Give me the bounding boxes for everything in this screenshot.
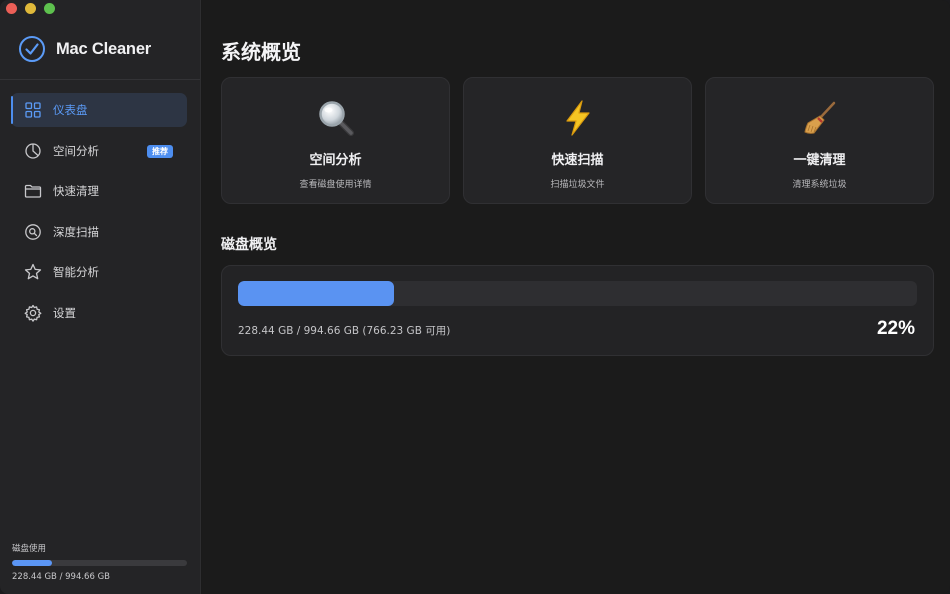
one-click-clean-card[interactable]: 一键清理 清理系统垃圾 [705, 77, 934, 204]
sidebar-item-label: 设置 [53, 305, 76, 320]
sidebar-disk-usage: 磁盘使用 228.44 GB / 994.66 GB [12, 542, 187, 582]
gear-icon [24, 304, 42, 322]
recommended-badge: 推荐 [147, 144, 173, 158]
broom-icon [800, 98, 840, 138]
app-window: Mac Cleaner 仪表盘 空间分析 推荐 快速清理 深度扫描 智能分析 设… [0, 0, 950, 594]
sidebar-item-label: 智能分析 [53, 265, 99, 279]
magnifier-circle-icon [24, 223, 42, 241]
sidebar-item-dashboard[interactable]: 仪表盘 [11, 93, 187, 127]
pie-chart-icon [24, 142, 42, 160]
disk-usage-bar-fill [238, 281, 395, 306]
close-window-button[interactable] [6, 3, 17, 14]
card-title: 空间分析 [309, 153, 362, 168]
card-description: 扫描垃圾文件 [550, 180, 605, 190]
magnifying-glass-icon [316, 98, 356, 138]
card-description: 清理系统垃圾 [792, 180, 847, 190]
zoom-window-button[interactable] [44, 3, 55, 14]
action-cards: 空间分析 查看磁盘使用详情 快速扫描 扫描垃圾文件 一键清理 清理系统垃圾 [221, 77, 934, 204]
sidebar-item-deep-scan[interactable]: 深度扫描 [11, 215, 187, 249]
disk-overview-panel: 228.44 GB / 994.66 GB (766.23 GB 可用) 22% [221, 265, 934, 356]
card-title: 快速扫描 [551, 153, 604, 168]
sidebar-item-label: 仪表盘 [53, 103, 88, 117]
disk-usage-label: 磁盘使用 [12, 544, 47, 554]
disk-usage-bar [238, 281, 917, 306]
sidebar-item-label: 空间分析 [53, 143, 99, 158]
sidebar-divider [0, 79, 200, 80]
app-brand: Mac Cleaner [18, 35, 151, 63]
main-content: 系统概览 空间分析 查看磁盘使用详情 快速扫描 扫描垃圾文件 一键清理 清理系统… [202, 0, 950, 594]
checkmark-circle-icon [19, 36, 45, 62]
sidebar-usage-bar [12, 560, 187, 566]
sidebar-item-label: 快速清理 [53, 184, 99, 198]
grid-icon [24, 101, 42, 119]
space-analysis-card[interactable]: 空间分析 查看磁盘使用详情 [221, 77, 450, 204]
app-name: Mac Cleaner [56, 39, 152, 58]
sidebar-nav: 仪表盘 空间分析 推荐 快速清理 深度扫描 智能分析 设置 [11, 93, 187, 336]
sidebar-item-label: 深度扫描 [53, 224, 99, 239]
disk-overview-title: 磁盘概览 [221, 237, 277, 253]
window-controls [6, 3, 55, 14]
page-title: 系统概览 [221, 40, 301, 64]
card-description: 查看磁盘使用详情 [299, 180, 372, 190]
sidebar-item-quick-clean[interactable]: 快速清理 [11, 174, 187, 208]
disk-usage-percent: 22% [876, 318, 915, 339]
card-title: 一键清理 [793, 153, 846, 168]
folder-icon [24, 182, 42, 200]
star-icon [24, 263, 42, 281]
sidebar-item-space-analysis[interactable]: 空间分析 推荐 [11, 134, 187, 168]
sidebar-item-smart-analysis[interactable]: 智能分析 [11, 255, 187, 289]
disk-usage-details: 228.44 GB / 994.66 GB (766.23 GB 可用) [238, 325, 451, 337]
disk-usage-text: 228.44 GB / 994.66 GB [12, 572, 110, 582]
sidebar-item-settings[interactable]: 设置 [11, 296, 187, 330]
quick-scan-card[interactable]: 快速扫描 扫描垃圾文件 [463, 77, 692, 204]
sidebar-usage-bar-fill [12, 560, 53, 566]
minimize-window-button[interactable] [25, 3, 36, 14]
sidebar: Mac Cleaner 仪表盘 空间分析 推荐 快速清理 深度扫描 智能分析 设… [0, 0, 201, 594]
lightning-icon [558, 98, 598, 138]
